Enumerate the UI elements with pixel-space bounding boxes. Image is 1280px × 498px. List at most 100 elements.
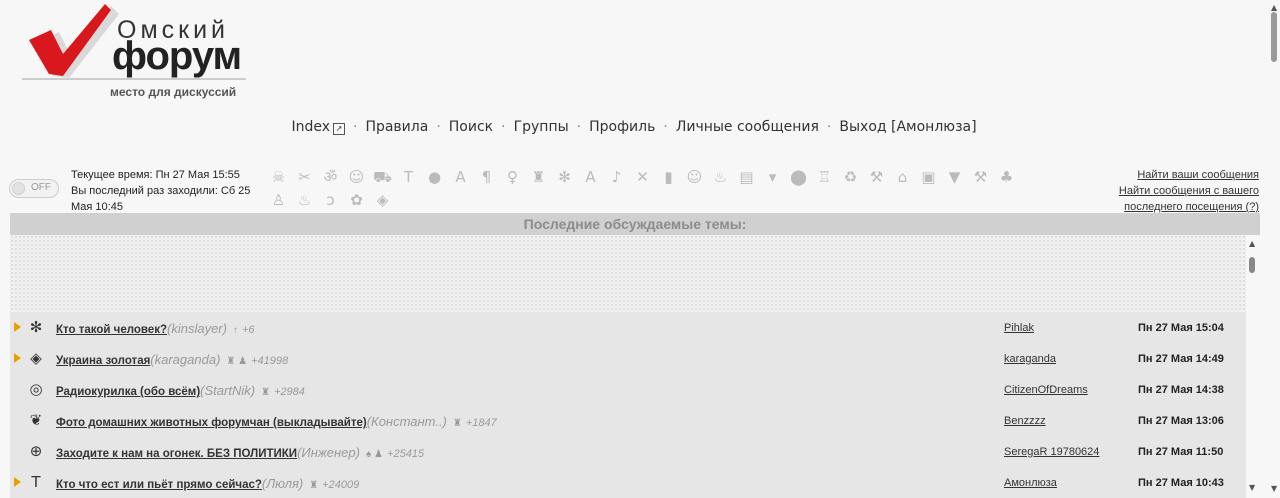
smile-icon[interactable]: ☺: [685, 168, 704, 187]
fan-icon: ✻: [29, 318, 43, 336]
castle-icon[interactable]: ♖: [815, 168, 834, 187]
ball-icon[interactable]: ⬤: [789, 168, 808, 187]
nav-rules[interactable]: Правила: [365, 119, 428, 135]
robot-icon[interactable]: ♜: [529, 168, 548, 187]
bin-icon[interactable]: ▼: [945, 168, 964, 187]
topic-title-link[interactable]: Заходите к нам на огонек. БЕЗ ПОЛИТИКИ: [56, 448, 297, 460]
topic-row: ◎ Радиокурилка (обо всём)(StartNik) ♜ +298…: [10, 374, 1246, 405]
nav-separator: ·: [436, 119, 441, 135]
fan-icon[interactable]: ✻: [555, 168, 574, 187]
scroll-thumb[interactable]: [1271, 12, 1277, 62]
topic-author: (Инженер): [297, 445, 360, 460]
ear-icon[interactable]: ↄ: [321, 191, 340, 210]
toggle-knob: [12, 182, 25, 195]
bomb-icon[interactable]: ●: [425, 168, 444, 187]
topic-title-link[interactable]: Украина золотая: [56, 355, 150, 367]
checkmark-logo-icon: [29, 4, 119, 78]
topic-title-link[interactable]: Кто такой человек?: [56, 324, 167, 336]
topic-title-link[interactable]: Кто что ест или пьёт прямо сейчас?: [56, 479, 262, 491]
t-icon[interactable]: T: [399, 168, 418, 187]
topic-row: ◈ Украина золотая(karaganda) ♜ ♟ +41998 ka…: [10, 343, 1246, 374]
nav-separator: ·: [663, 119, 668, 135]
nav-index[interactable]: Index ↗: [291, 119, 345, 135]
house-icon[interactable]: ⌂: [893, 168, 912, 187]
last-poster-link[interactable]: CitizenOfDreams: [1004, 384, 1088, 396]
topic-author: (karaganda): [150, 352, 221, 367]
scroll-down-icon[interactable]: ▼: [1249, 483, 1255, 492]
badge-icons: ♜: [452, 418, 462, 429]
steam-icon[interactable]: ♨: [711, 168, 730, 187]
scroll-down-icon[interactable]: ▼: [1271, 484, 1277, 493]
off-toggle[interactable]: OFF: [9, 179, 59, 198]
last-poster-link[interactable]: Pihlak: [1004, 322, 1034, 334]
ribbon-icon[interactable]: ♀: [503, 168, 522, 187]
topic-title-link[interactable]: Фото домашних животных форумчан (выклады…: [56, 417, 367, 429]
topic-author: (Констант..): [366, 414, 447, 429]
scroll-up-icon[interactable]: ▲: [1271, 3, 1277, 12]
last-post-date: Пн 27 Мая 14:38: [1138, 384, 1224, 396]
topic-title-wrap: Кто такой человек?(kinslayer) ↑ +6: [56, 320, 255, 338]
badge-icons: ♠ ♟: [365, 449, 384, 460]
tractor-icon[interactable]: ▣: [919, 168, 938, 187]
nav-private-messages[interactable]: Личные сообщения: [676, 119, 819, 135]
nav-search[interactable]: Поиск: [449, 119, 493, 135]
time-info: Текущее время: Пн 27 Мая 15:55 Вы послед…: [71, 167, 271, 215]
topic-count: +24009: [322, 479, 360, 491]
topic-row: ⊕ Заходите к нам на огонек. БЕЗ ПОЛИТИКИ…: [10, 436, 1246, 467]
gavel-icon[interactable]: ⚒: [867, 168, 886, 187]
logo-tagline: место для дискуссий: [110, 85, 237, 99]
search-links: Найти ваши сообщения Найти сообщения с в…: [1059, 167, 1259, 215]
scissors-icon[interactable]: ✂: [295, 168, 314, 187]
figure-icon[interactable]: A: [451, 168, 470, 187]
last-post-date: Пн 27 Мая 11:50: [1138, 446, 1224, 458]
om-icon[interactable]: ॐ: [321, 168, 340, 187]
forum-logo[interactable]: Омский форум место для дискуссий: [20, 4, 250, 104]
last-poster-link[interactable]: karaganda: [1004, 353, 1056, 365]
topic-title-wrap: Фото домашних животных форумчан (выклады…: [56, 413, 497, 431]
axe-icon[interactable]: ⚒: [971, 168, 990, 187]
nav-separator: ·: [352, 119, 358, 135]
skull-icon[interactable]: ☠: [269, 168, 288, 187]
clubs-icon[interactable]: ♣: [997, 168, 1016, 187]
last-post-date: Пн 27 Мая 15:04: [1138, 322, 1224, 334]
last-post-date: Пн 27 Мая 10:43: [1138, 477, 1224, 489]
nav-groups[interactable]: Группы: [514, 119, 569, 135]
last-poster-link[interactable]: SeregaR 19780624: [1004, 446, 1099, 458]
man-icon[interactable]: ✕: [633, 168, 652, 187]
recycle-icon[interactable]: ♻: [841, 168, 860, 187]
cube-icon[interactable]: ◈: [373, 191, 392, 210]
topic-title-wrap: Заходите к нам на огонек. БЕЗ ПОЛИТИКИ(И…: [56, 444, 424, 462]
topic-count: +41998: [251, 355, 289, 367]
find-since-last-visit-link[interactable]: Найти сообщения с вашего последнего посе…: [1059, 183, 1259, 215]
nav-profile[interactable]: Профиль: [589, 119, 655, 135]
scroll-up-icon[interactable]: ▲: [1249, 239, 1255, 248]
nav-logout[interactable]: Выход [Амонлюза]: [839, 119, 976, 135]
tower-icon[interactable]: ♙: [269, 191, 288, 210]
fire-icon[interactable]: ♨: [295, 191, 314, 210]
topics-scrollbar[interactable]: ▲ ▼: [1246, 235, 1260, 494]
glass-icon[interactable]: ▮: [659, 168, 678, 187]
topic-row: ❦ Фото домашних животных форумчан (выкла…: [10, 405, 1246, 436]
logo-divider: [22, 78, 246, 80]
pilcrow-icon[interactable]: ¶: [477, 168, 496, 187]
letter-a-icon[interactable]: A: [581, 168, 600, 187]
mug-icon[interactable]: ▾: [763, 168, 782, 187]
unread-arrow-icon: [14, 353, 21, 363]
cherub-icon[interactable]: ☺: [347, 168, 366, 187]
page-scrollbar[interactable]: ▲ ▼: [1268, 0, 1280, 494]
car-icon[interactable]: ⛟: [373, 168, 392, 187]
note-icon[interactable]: ♪: [607, 168, 626, 187]
find-own-posts-link[interactable]: Найти ваши сообщения: [1059, 167, 1259, 183]
topic-count: +25415: [387, 448, 425, 460]
last-poster-link[interactable]: Benzzzz: [1004, 415, 1046, 427]
plant-icon[interactable]: ✿: [347, 191, 366, 210]
scroll-thumb[interactable]: [1249, 257, 1255, 273]
forum-icons-bar: ☠ ✂ ॐ ☺ ⛟ T ● A ¶ ♀ ♜ ✻ A ♪ ✕ ▮ ☺ ♨ ▤ ▾ ⬤ ♖ ♻ ⚒ ⌂ ▣ ▼ ⚒ ♣ ♙ ♨ ↄ ✿ ◈: [265, 166, 1040, 212]
last-poster-link[interactable]: Амонлюза: [1004, 477, 1057, 489]
topic-title-link[interactable]: Радиокурилка (обо всём): [56, 386, 200, 398]
target-icon: ◎: [29, 380, 43, 398]
books-icon[interactable]: ▤: [737, 168, 756, 187]
topic-title-wrap: Кто что ест или пьёт прямо сейчас?(Люля)…: [56, 475, 359, 493]
topic-count: +6: [241, 324, 255, 336]
topic-title-wrap: Украина золотая(karaganda) ♜ ♟ +41998: [56, 351, 288, 369]
